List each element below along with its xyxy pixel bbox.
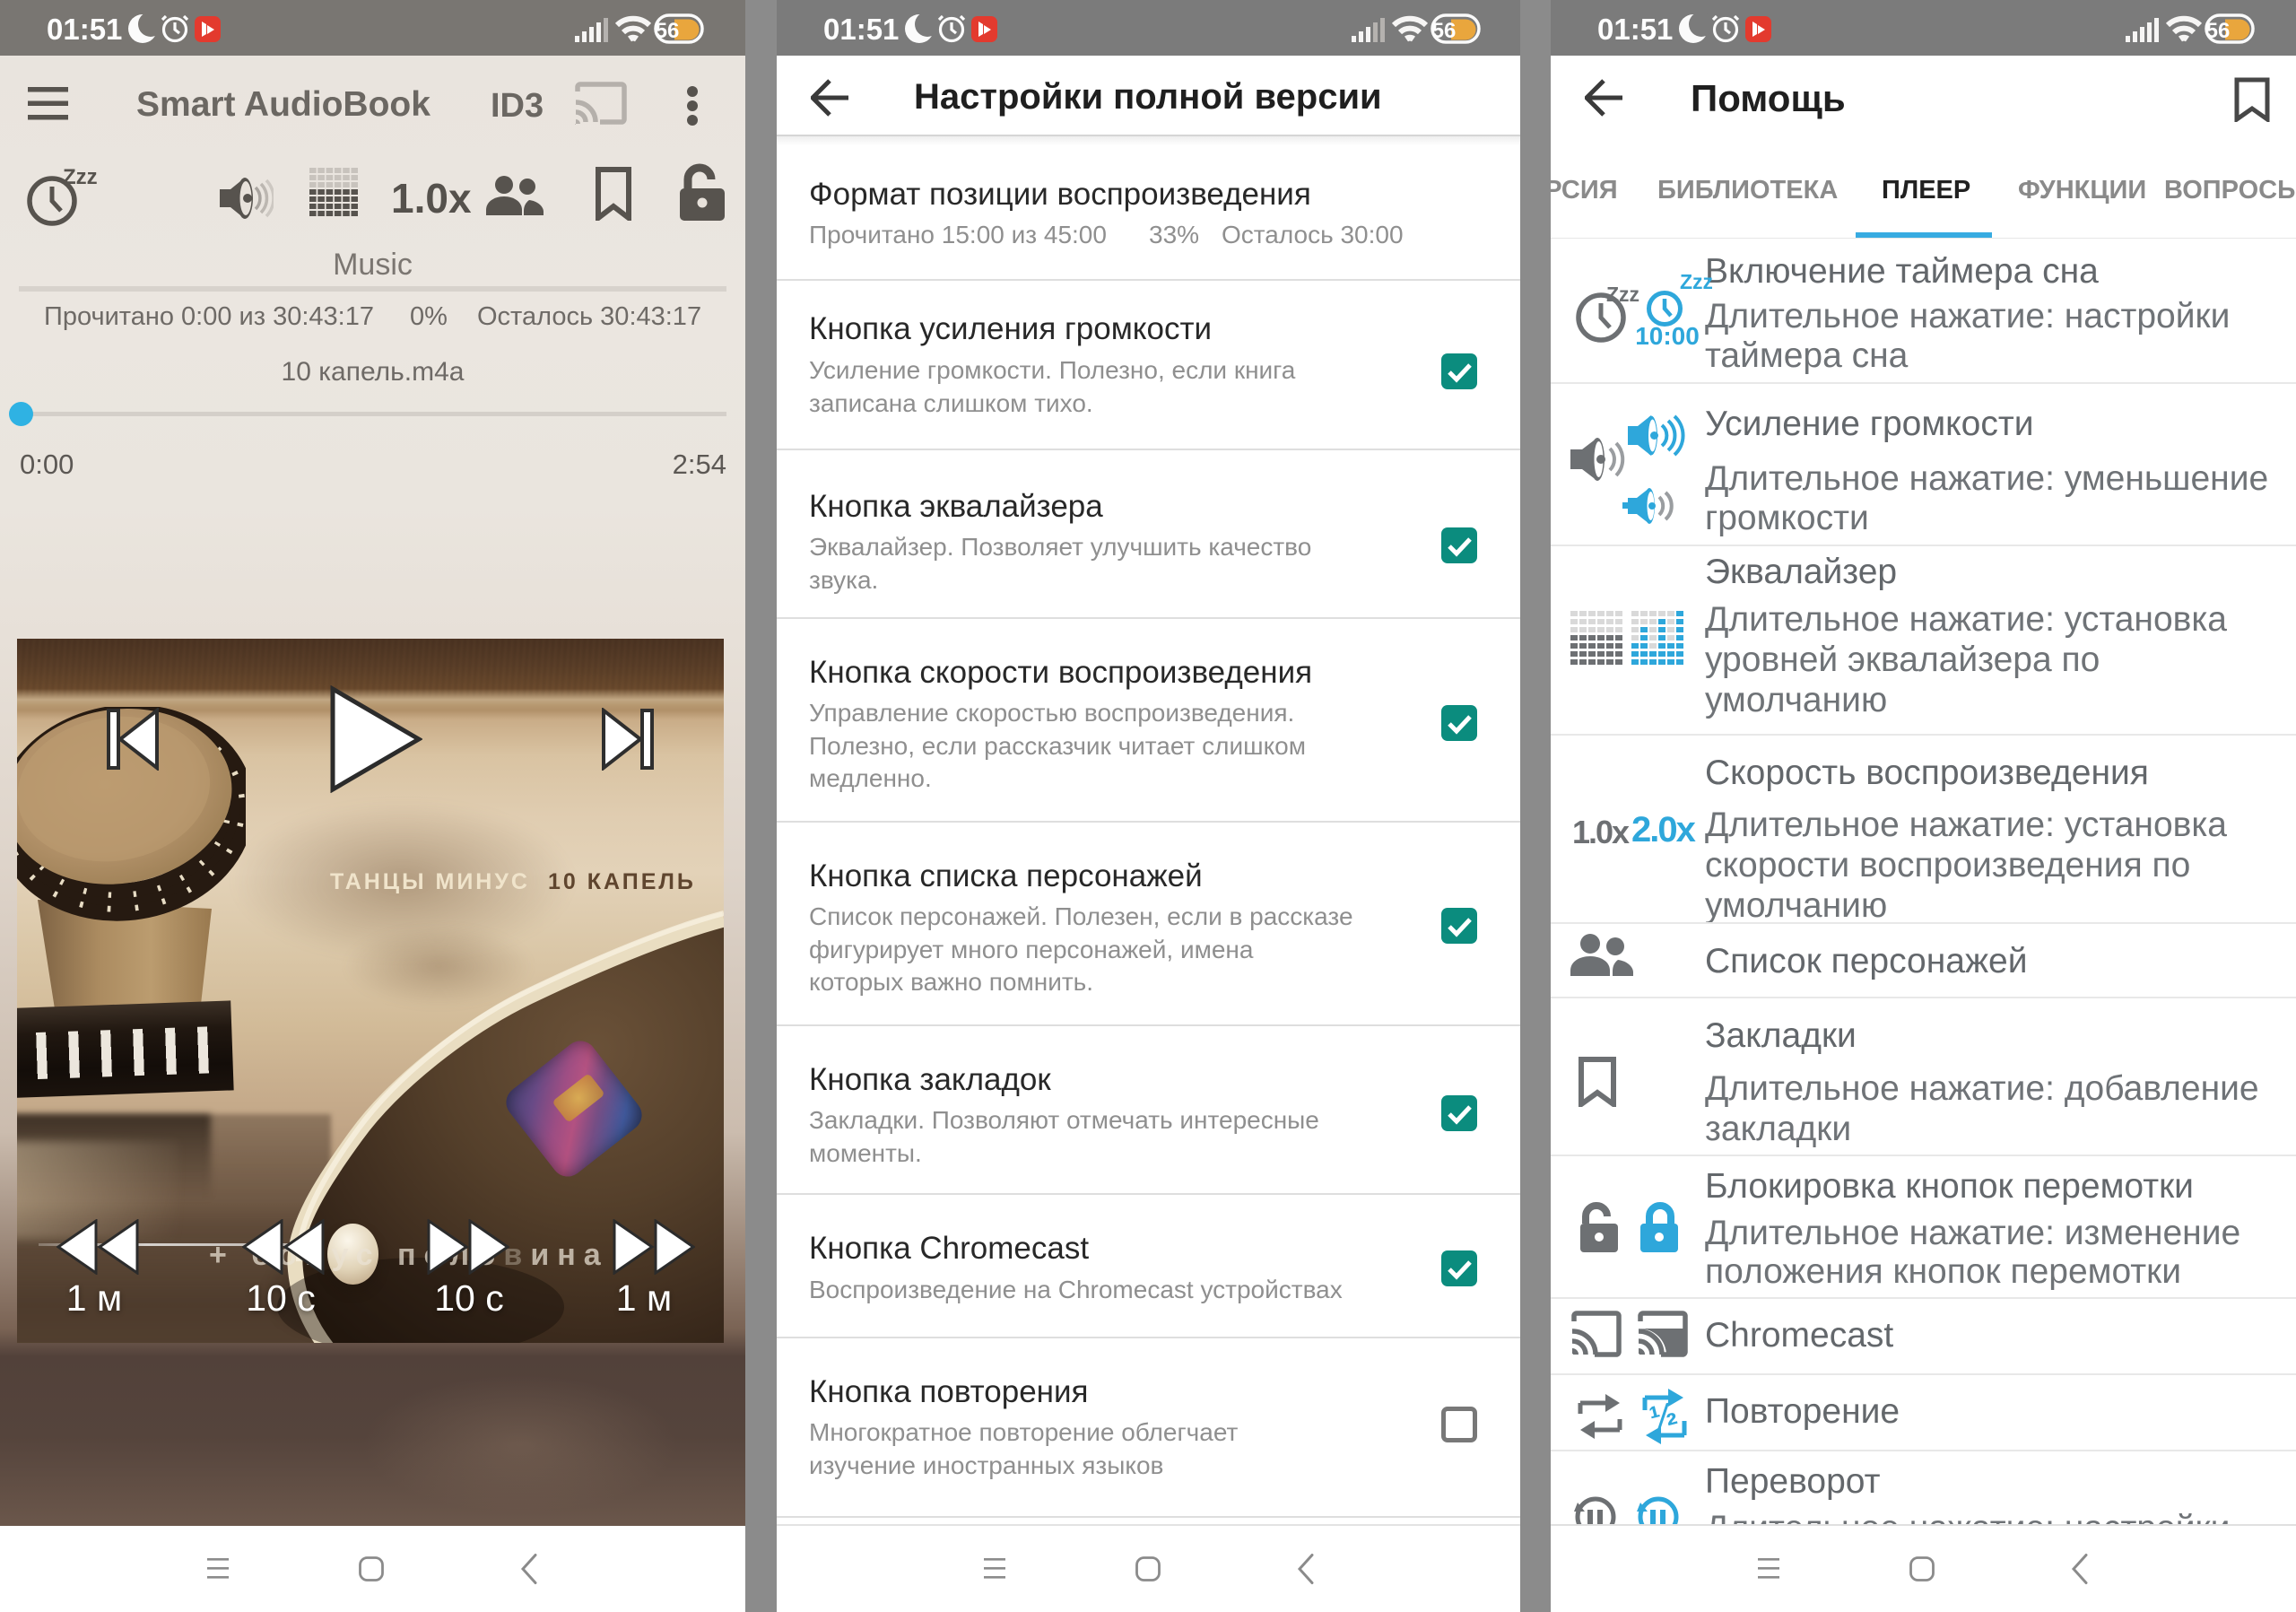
svg-text:10:00: 10:00 [1635, 322, 1700, 346]
svg-text:56: 56 [2206, 19, 2231, 43]
svg-text:Zzz: Zzz [1680, 270, 1712, 293]
svg-text:Zzz: Zzz [1606, 283, 1639, 306]
